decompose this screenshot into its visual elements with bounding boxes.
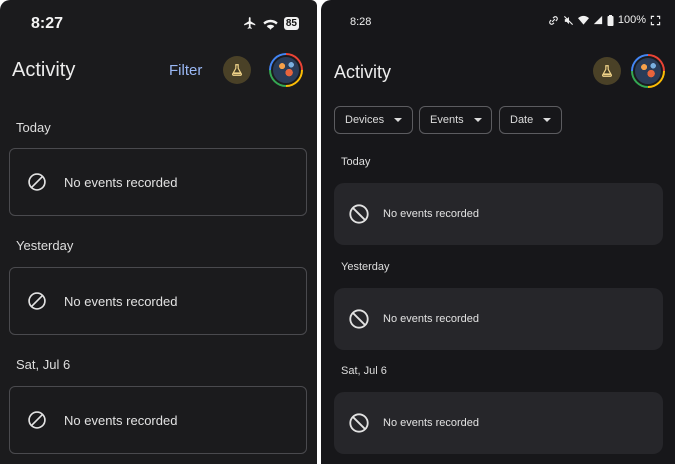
signal-icon xyxy=(593,15,603,25)
flask-icon xyxy=(232,64,242,76)
date-filter-chip[interactable]: Date xyxy=(499,106,562,134)
status-icons: 100% xyxy=(548,14,661,26)
no-entry-icon xyxy=(28,292,46,310)
chevron-down-icon xyxy=(543,118,552,122)
wifi-icon xyxy=(577,15,589,25)
events-filter-chip[interactable]: Events xyxy=(419,106,492,134)
section-label-today: Today xyxy=(16,120,51,135)
empty-message: No events recorded xyxy=(383,313,479,325)
event-card-yesterday: No events recorded xyxy=(9,267,307,335)
labs-button[interactable] xyxy=(593,57,621,85)
empty-message: No events recorded xyxy=(383,417,479,429)
fullscreen-icon xyxy=(650,15,661,25)
battery-icon xyxy=(607,14,614,26)
left-phone-screen: 8:27 85 Activity Filter Today No events … xyxy=(0,0,317,464)
no-entry-icon xyxy=(28,173,46,191)
mute-icon xyxy=(563,15,573,25)
event-card-sat-jul-6: No events recorded xyxy=(9,386,307,454)
no-entry-icon xyxy=(349,309,369,329)
page-title: Activity xyxy=(12,59,76,81)
chip-label: Devices xyxy=(345,114,385,126)
status-bar: 8:27 85 xyxy=(0,0,317,40)
airplane-icon xyxy=(244,17,256,29)
section-label-sat-jul-6: Sat, Jul 6 xyxy=(16,357,71,372)
status-time: 8:28 xyxy=(350,16,372,28)
avatar[interactable] xyxy=(269,53,303,87)
empty-message: No events recorded xyxy=(383,208,479,220)
chevron-down-icon xyxy=(394,118,403,122)
empty-message: No events recorded xyxy=(64,412,178,428)
right-phone-screen: 8:28 100% Activity Devices Events Date T… xyxy=(321,0,675,464)
status-bar: 8:28 100% xyxy=(321,0,675,40)
devices-filter-chip[interactable]: Devices xyxy=(334,106,413,134)
empty-message: No events recorded xyxy=(64,174,178,190)
avatar-image xyxy=(633,56,663,86)
link-icon xyxy=(549,15,558,25)
chip-label: Events xyxy=(430,114,464,126)
labs-button[interactable] xyxy=(223,56,251,84)
section-label-yesterday: Yesterday xyxy=(341,261,390,273)
status-icons: 85 xyxy=(243,16,299,30)
page-title: Activity xyxy=(334,62,392,82)
filter-button[interactable]: Filter xyxy=(169,62,202,79)
status-time: 8:27 xyxy=(31,15,64,32)
section-label-sat-jul-6: Sat, Jul 6 xyxy=(341,365,387,377)
wifi-icon xyxy=(263,19,278,30)
no-entry-icon xyxy=(28,411,46,429)
no-entry-icon xyxy=(349,204,369,224)
avatar-image xyxy=(271,55,301,85)
no-entry-icon xyxy=(349,413,369,433)
section-label-yesterday: Yesterday xyxy=(16,238,74,253)
chevron-down-icon xyxy=(473,118,482,122)
battery-indicator: 85 xyxy=(283,16,299,30)
avatar[interactable] xyxy=(631,54,665,88)
event-card-yesterday: No events recorded xyxy=(334,288,663,350)
event-card-sat-jul-6: No events recorded xyxy=(334,392,663,454)
event-card-today: No events recorded xyxy=(334,183,663,245)
flask-icon xyxy=(602,65,612,77)
battery-percent: 100% xyxy=(617,14,646,26)
section-label-today: Today xyxy=(341,156,371,168)
chip-label: Date xyxy=(510,114,534,126)
empty-message: No events recorded xyxy=(64,293,178,309)
event-card-today: No events recorded xyxy=(9,148,307,216)
